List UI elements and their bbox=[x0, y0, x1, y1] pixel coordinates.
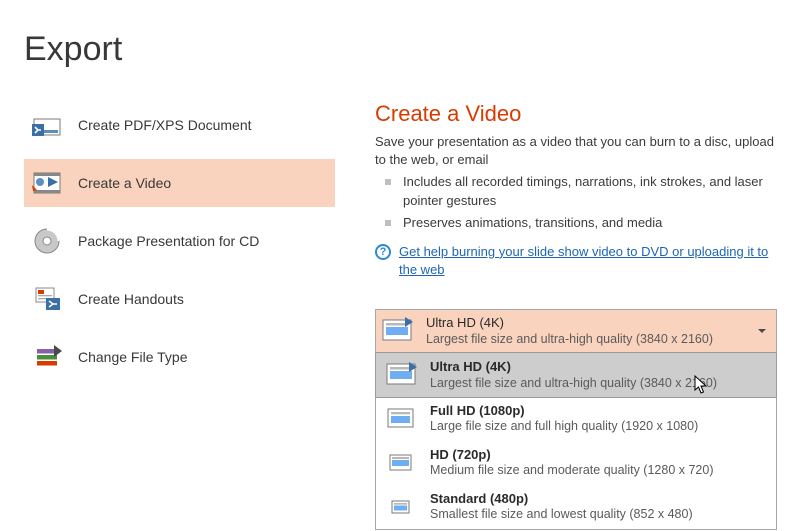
quality-option-title: HD (720p) bbox=[430, 447, 713, 463]
quality-option-title: Standard (480p) bbox=[430, 491, 693, 507]
quality-option-subtitle: Large file size and full high quality (1… bbox=[430, 419, 698, 435]
quality-option-texts: HD (720p) Medium file size and moderate … bbox=[430, 447, 713, 479]
slide-thumbnail-icon bbox=[386, 406, 418, 432]
sidebar-item-change-file-type[interactable]: Change File Type bbox=[24, 333, 335, 381]
quality-option-full-hd[interactable]: Full HD (1080p) Large file size and full… bbox=[376, 397, 776, 441]
chevron-down-icon bbox=[758, 329, 766, 333]
sidebar-item-handouts[interactable]: Create Handouts bbox=[24, 275, 335, 323]
video-quality-selector[interactable]: Ultra HD (4K) Largest file size and ultr… bbox=[375, 309, 777, 353]
pdf-xps-icon bbox=[32, 110, 62, 140]
content-description: Save your presentation as a video that y… bbox=[375, 133, 777, 169]
slide-thumbnail-icon bbox=[386, 362, 418, 388]
cd-icon bbox=[32, 226, 62, 256]
sidebar-item-label: Package Presentation for CD bbox=[78, 233, 259, 249]
main-area: Create PDF/XPS Document Create a Video bbox=[0, 89, 793, 530]
help-link[interactable]: Get help burning your slide show video t… bbox=[399, 243, 777, 279]
bullet-item: Includes all recorded timings, narration… bbox=[385, 173, 777, 211]
sidebar-item-label: Create PDF/XPS Document bbox=[78, 117, 252, 133]
slide-thumbnail-icon bbox=[386, 450, 418, 476]
help-row: ? Get help burning your slide show video… bbox=[375, 243, 777, 279]
sidebar-item-package-cd[interactable]: Package Presentation for CD bbox=[24, 217, 335, 265]
quality-selected-subtitle: Largest file size and ultra-high quality… bbox=[426, 332, 752, 348]
sidebar-item-label: Change File Type bbox=[78, 349, 187, 365]
slide-thumbnail-icon bbox=[386, 494, 418, 520]
content-pane: Create a Video Save your presentation as… bbox=[335, 89, 793, 530]
help-icon: ? bbox=[375, 244, 391, 260]
quality-option-texts: Standard (480p) Smallest file size and l… bbox=[430, 491, 693, 523]
sidebar-item-pdf-xps[interactable]: Create PDF/XPS Document bbox=[24, 101, 335, 149]
export-sidebar: Create PDF/XPS Document Create a Video bbox=[0, 89, 335, 530]
quality-option-standard[interactable]: Standard (480p) Smallest file size and l… bbox=[376, 485, 776, 529]
content-bullets: Includes all recorded timings, narration… bbox=[375, 173, 777, 233]
quality-option-title: Ultra HD (4K) bbox=[430, 359, 717, 375]
quality-option-title: Full HD (1080p) bbox=[430, 403, 698, 419]
sidebar-item-create-video[interactable]: Create a Video bbox=[24, 159, 335, 207]
quality-option-hd[interactable]: HD (720p) Medium file size and moderate … bbox=[376, 441, 776, 485]
quality-selected-title: Ultra HD (4K) bbox=[426, 315, 752, 331]
content-title: Create a Video bbox=[375, 101, 777, 127]
quality-option-subtitle: Medium file size and moderate quality (1… bbox=[430, 463, 713, 479]
video-quality-dropdown: Ultra HD (4K) Largest file size and ultr… bbox=[375, 352, 777, 530]
change-file-type-icon bbox=[32, 342, 62, 372]
quality-selected-texts: Ultra HD (4K) Largest file size and ultr… bbox=[426, 315, 752, 347]
create-video-icon bbox=[32, 168, 62, 198]
sidebar-item-label: Create Handouts bbox=[78, 291, 184, 307]
quality-option-ultra-hd[interactable]: Ultra HD (4K) Largest file size and ultr… bbox=[375, 352, 777, 398]
bullet-item: Preserves animations, transitions, and m… bbox=[385, 214, 777, 233]
slide-thumbnail-icon bbox=[382, 317, 414, 345]
quality-option-subtitle: Smallest file size and lowest quality (8… bbox=[430, 507, 693, 523]
sidebar-item-label: Create a Video bbox=[78, 175, 171, 191]
quality-option-texts: Ultra HD (4K) Largest file size and ultr… bbox=[430, 359, 717, 391]
handouts-icon bbox=[32, 284, 62, 314]
page-title: Export bbox=[0, 0, 793, 89]
quality-option-texts: Full HD (1080p) Large file size and full… bbox=[430, 403, 698, 435]
quality-option-subtitle: Largest file size and ultra-high quality… bbox=[430, 376, 717, 392]
